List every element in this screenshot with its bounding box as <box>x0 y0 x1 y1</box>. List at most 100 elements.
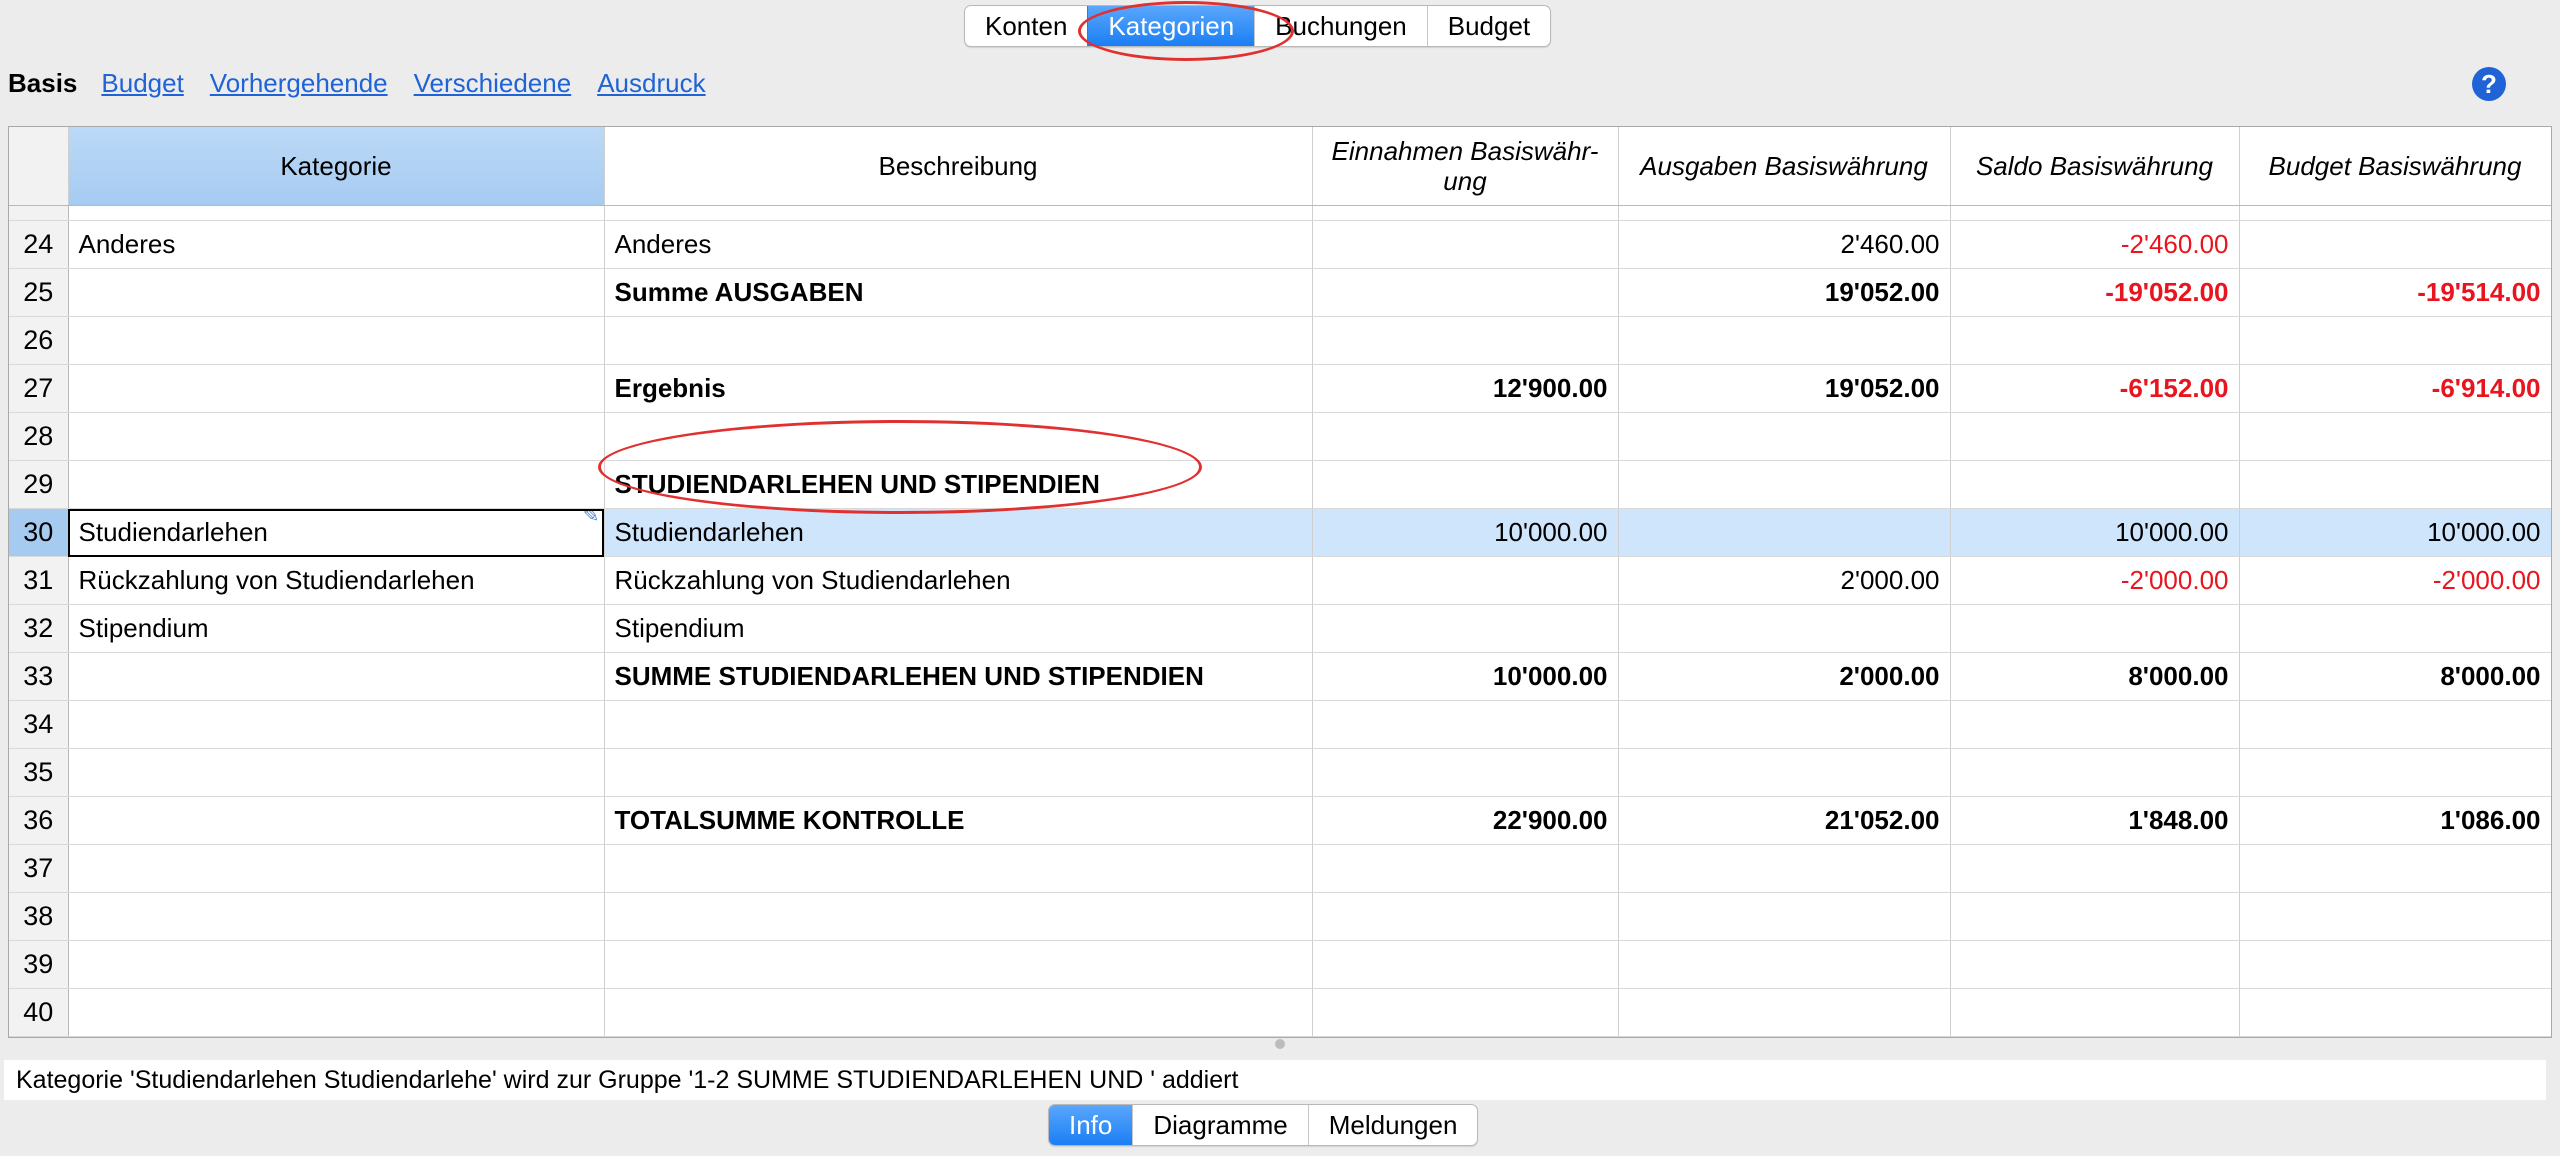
cell-kategorie[interactable] <box>68 796 605 845</box>
table-row[interactable]: 32 Stipendium Stipendium <box>9 604 2551 653</box>
row-number[interactable]: 31 <box>9 556 69 605</box>
view-vorhergehende[interactable]: Vorhergehende <box>210 68 388 99</box>
cell-kategorie[interactable]: Rückzahlung von Studiendarlehen <box>68 556 605 605</box>
cell-ausgaben[interactable] <box>1618 508 1951 557</box>
row-number[interactable]: 35 <box>9 748 69 797</box>
cell-beschreibung[interactable]: Summe AUSGABEN <box>604 268 1313 317</box>
cell-saldo[interactable]: -19'052.00 <box>1950 268 2240 317</box>
row-number[interactable]: 32 <box>9 604 69 653</box>
cell-saldo[interactable]: -6'152.00 <box>1950 364 2240 413</box>
cell-kategorie[interactable] <box>68 460 605 509</box>
cell-beschreibung[interactable]: Studiendarlehen <box>604 508 1313 557</box>
cell-budget[interactable]: -6'914.00 <box>2239 364 2551 413</box>
cell-saldo[interactable] <box>1950 316 2240 365</box>
cell-beschreibung[interactable] <box>604 940 1313 989</box>
column-header-ausgaben[interactable]: Ausgaben Basiswährung <box>1618 127 1951 206</box>
view-budget[interactable]: Budget <box>101 68 183 99</box>
tab-konten[interactable]: Konten <box>965 6 1087 46</box>
cell-saldo[interactable]: -2'460.00 <box>1950 220 2240 269</box>
column-header-beschreibung[interactable]: Beschreibung <box>604 127 1313 206</box>
cell-beschreibung[interactable] <box>604 316 1313 365</box>
cell-ausgaben[interactable] <box>1618 940 1951 989</box>
row-number[interactable]: 26 <box>9 316 69 365</box>
help-icon[interactable]: ? <box>2472 67 2506 101</box>
cell-kategorie[interactable] <box>68 652 605 701</box>
cell-beschreibung[interactable] <box>604 748 1313 797</box>
table-row[interactable]: 29 STUDIENDARLEHEN UND STIPENDIEN <box>9 460 2551 509</box>
cell-einnahmen[interactable] <box>1312 700 1619 749</box>
cell-beschreibung[interactable] <box>604 844 1313 893</box>
cell-beschreibung[interactable]: Anderes <box>604 220 1313 269</box>
cell-ausgaben[interactable] <box>1618 988 1951 1037</box>
cell-edit-icon[interactable]: ✎ <box>583 509 600 529</box>
cell-ausgaben[interactable] <box>1618 748 1951 797</box>
cell-kategorie[interactable] <box>68 844 605 893</box>
cell-saldo[interactable] <box>1950 604 2240 653</box>
cell-saldo[interactable] <box>1950 700 2240 749</box>
row-number[interactable]: 37 <box>9 844 69 893</box>
cell-budget[interactable]: 1'086.00 <box>2239 796 2551 845</box>
cell-beschreibung[interactable]: Stipendium <box>604 604 1313 653</box>
row-number[interactable]: 40 <box>9 988 69 1037</box>
cell-budget[interactable] <box>2239 748 2551 797</box>
cell-einnahmen[interactable]: 10'000.00 <box>1312 508 1619 557</box>
view-basis[interactable]: Basis <box>8 68 77 99</box>
tab-diagramme[interactable]: Diagramme <box>1132 1105 1307 1145</box>
cell-saldo[interactable] <box>1950 988 2240 1037</box>
column-header-saldo[interactable]: Saldo Basiswährung <box>1950 127 2240 206</box>
cell-beschreibung[interactable] <box>604 412 1313 461</box>
cell-budget[interactable] <box>2239 412 2551 461</box>
cell-budget[interactable] <box>2239 220 2551 269</box>
tab-buchungen[interactable]: Buchungen <box>1254 6 1427 46</box>
cell-einnahmen[interactable] <box>1312 460 1619 509</box>
cell-kategorie[interactable] <box>68 748 605 797</box>
cell-einnahmen[interactable] <box>1312 220 1619 269</box>
cell-budget[interactable] <box>2239 988 2551 1037</box>
tab-meldungen[interactable]: Meldungen <box>1307 1105 1478 1145</box>
cell-ausgaben[interactable]: 2'000.00 <box>1618 652 1951 701</box>
tab-info[interactable]: Info <box>1049 1105 1133 1145</box>
table-row[interactable]: 33 SUMME STUDIENDARLEHEN UND STIPENDIEN 10… <box>9 652 2551 701</box>
cell-ausgaben[interactable] <box>1618 316 1951 365</box>
cell-einnahmen[interactable]: 12'900.00 <box>1312 364 1619 413</box>
table-row[interactable]: 24 Anderes Anderes 2'460.00 -2'460.00 <box>9 220 2551 269</box>
cell-beschreibung[interactable]: Ergebnis <box>604 364 1313 413</box>
cell-saldo[interactable] <box>1950 844 2240 893</box>
table-row[interactable]: 38 <box>9 892 2551 941</box>
column-header-einnahmen[interactable]: Einnahmen Basiswähr- ung <box>1312 127 1619 206</box>
cell-ausgaben[interactable] <box>1618 844 1951 893</box>
table-row[interactable]: 31 Rückzahlung von Studiendarlehen Rückzah… <box>9 556 2551 605</box>
cell-kategorie[interactable] <box>68 412 605 461</box>
table-row[interactable]: 25 Summe AUSGABEN 19'052.00 -19'052.00 -19'5… <box>9 268 2551 317</box>
cell-saldo[interactable] <box>1950 892 2240 941</box>
table-row[interactable]: 30 ✎ Studiendarlehen Studiendarlehen 10'000.… <box>9 508 2551 557</box>
cell-ausgaben[interactable] <box>1618 412 1951 461</box>
table-row[interactable]: 34 <box>9 700 2551 749</box>
cell-kategorie[interactable] <box>68 940 605 989</box>
cell-ausgaben[interactable]: 21'052.00 <box>1618 796 1951 845</box>
cell-kategorie[interactable] <box>68 700 605 749</box>
table-row[interactable]: 26 <box>9 316 2551 365</box>
cell-budget[interactable]: -19'514.00 <box>2239 268 2551 317</box>
row-number[interactable]: 34 <box>9 700 69 749</box>
cell-einnahmen[interactable] <box>1312 316 1619 365</box>
cell-einnahmen[interactable]: 10'000.00 <box>1312 652 1619 701</box>
cell-budget[interactable] <box>2239 316 2551 365</box>
cell-beschreibung[interactable] <box>604 892 1313 941</box>
cell-saldo[interactable] <box>1950 940 2240 989</box>
table-row[interactable]: 40 <box>9 988 2551 1037</box>
cell-einnahmen[interactable] <box>1312 412 1619 461</box>
cell-saldo[interactable] <box>1950 460 2240 509</box>
cell-einnahmen[interactable] <box>1312 268 1619 317</box>
cell-saldo[interactable] <box>1950 748 2240 797</box>
cell-kategorie[interactable]: ✎ Studiendarlehen <box>68 508 605 557</box>
cell-budget[interactable] <box>2239 940 2551 989</box>
cell-budget[interactable] <box>2239 892 2551 941</box>
cell-ausgaben[interactable] <box>1618 604 1951 653</box>
cell-beschreibung[interactable]: SUMME STUDIENDARLEHEN UND STIPENDIEN <box>604 652 1313 701</box>
cell-beschreibung[interactable]: TOTALSUMME KONTROLLE <box>604 796 1313 845</box>
cell-ausgaben[interactable]: 2'000.00 <box>1618 556 1951 605</box>
table-row[interactable]: 27 Ergebnis 12'900.00 19'052.00 -6'152.00 -6'… <box>9 364 2551 413</box>
cell-kategorie[interactable]: Anderes <box>68 220 605 269</box>
cell-kategorie[interactable] <box>68 316 605 365</box>
